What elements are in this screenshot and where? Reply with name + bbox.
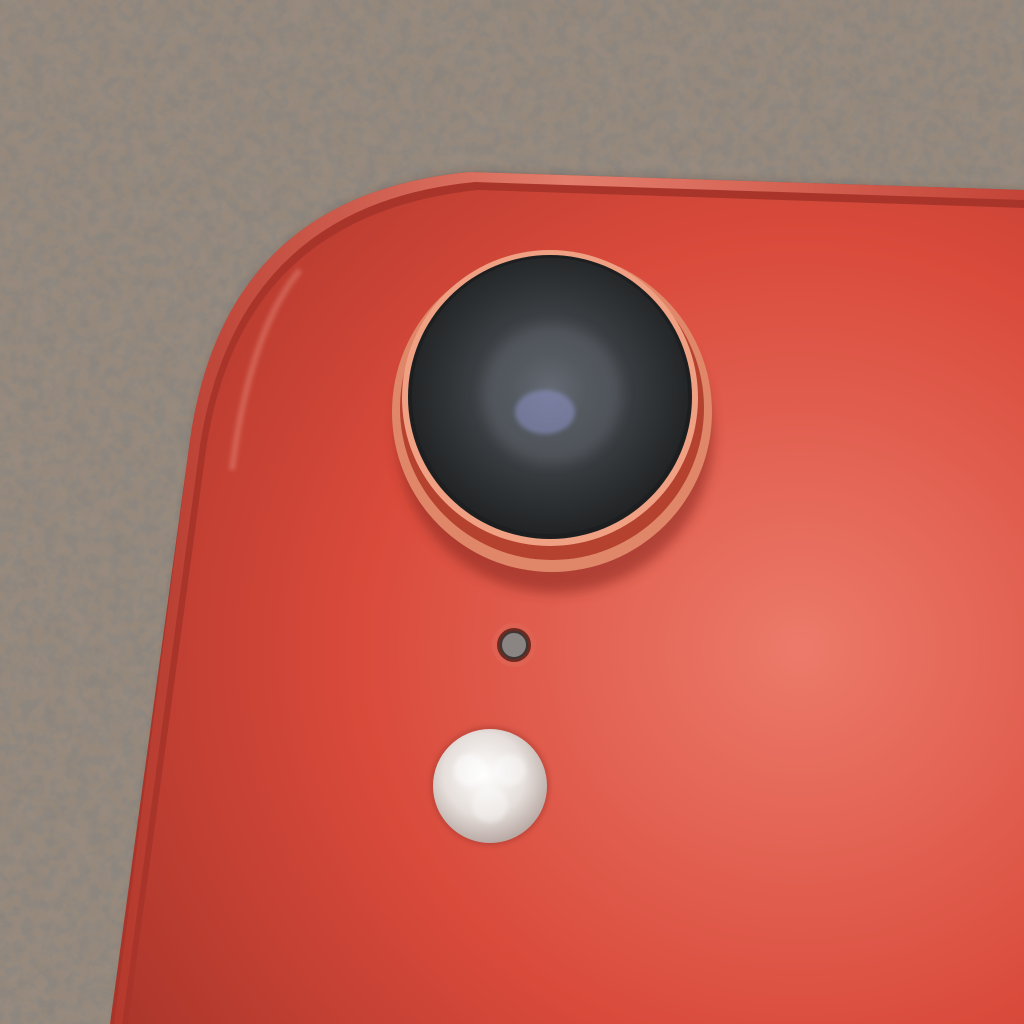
photo-scene — [0, 0, 1024, 1024]
microphone-hole — [492, 623, 536, 667]
lens-reflection — [515, 390, 575, 434]
camera-lens — [392, 250, 713, 593]
flash — [430, 726, 550, 846]
